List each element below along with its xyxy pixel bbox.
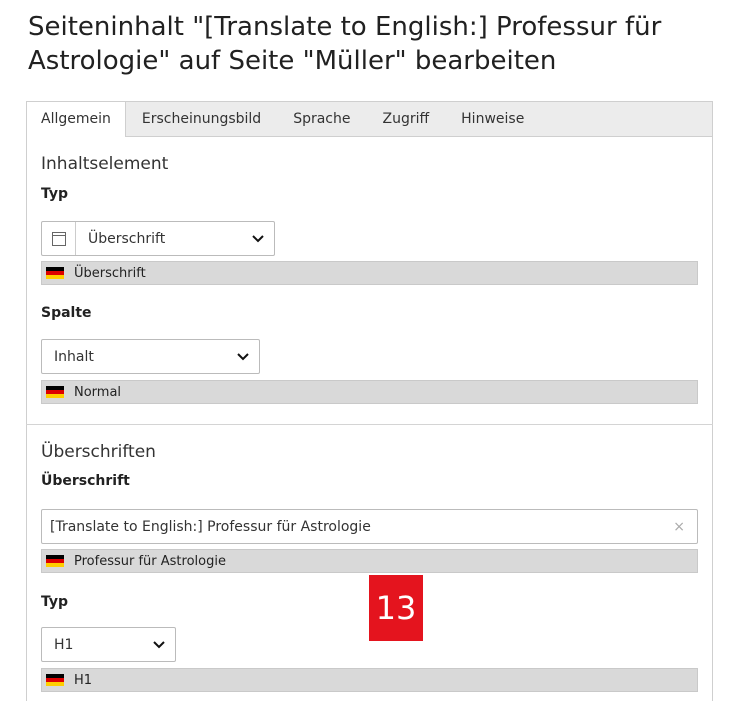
typ-select-value: Überschrift (88, 230, 166, 247)
header-content-icon (51, 231, 66, 246)
label-ueberschrift: Überschrift (41, 473, 130, 489)
step-number-badge: 13 (369, 575, 423, 641)
section-title-inhaltselement: Inhaltselement (41, 154, 169, 174)
germany-flag-icon (46, 266, 64, 280)
germany-flag-icon (46, 673, 64, 687)
tab-bar: Allgemein Erscheinungsbild Sprache Zugri… (27, 102, 712, 137)
chevron-down-icon (252, 234, 264, 242)
chevron-down-icon (237, 352, 249, 360)
tab-erscheinungsbild[interactable]: Erscheinungsbild (126, 102, 277, 136)
heading-type-select-value: H1 (54, 636, 74, 653)
label-typ-heading: Typ (41, 594, 69, 610)
germany-flag-icon (46, 554, 64, 568)
heading-type-select[interactable]: H1 (41, 627, 176, 662)
ueberschrift-reference-bar: Professur für Astrologie (41, 549, 698, 573)
spalte-select-value: Inhalt (54, 348, 94, 365)
heading-type-reference-bar: H1 (41, 668, 698, 692)
typ-reference-bar: Überschrift (41, 261, 698, 285)
section-title-ueberschriften: Überschriften (41, 442, 156, 462)
typ-select[interactable]: Überschrift (41, 221, 275, 256)
spalte-select[interactable]: Inhalt (41, 339, 260, 374)
ueberschrift-input-value: [Translate to English:] Professur für As… (50, 518, 371, 535)
typ-reference-value: Überschrift (74, 265, 146, 281)
clear-icon[interactable]: × (673, 519, 685, 535)
ueberschrift-input[interactable]: [Translate to English:] Professur für As… (41, 509, 698, 544)
heading-type-reference-value: H1 (74, 672, 93, 688)
tab-sprache[interactable]: Sprache (277, 102, 366, 136)
tab-hinweise[interactable]: Hinweise (445, 102, 540, 136)
chevron-down-icon (153, 640, 165, 648)
ueberschrift-reference-value: Professur für Astrologie (74, 553, 226, 569)
label-typ: Typ (41, 186, 69, 202)
tab-zugriff[interactable]: Zugriff (367, 102, 446, 136)
label-spalte: Spalte (41, 305, 92, 321)
spalte-reference-value: Normal (74, 384, 122, 400)
page-title: Seiteninhalt "[Translate to English:] Pr… (28, 12, 662, 76)
header-content-icon-box (42, 222, 76, 255)
germany-flag-icon (46, 385, 64, 399)
section-divider (26, 424, 713, 425)
spalte-reference-bar: Normal (41, 380, 698, 404)
tab-allgemein[interactable]: Allgemein (27, 102, 126, 137)
